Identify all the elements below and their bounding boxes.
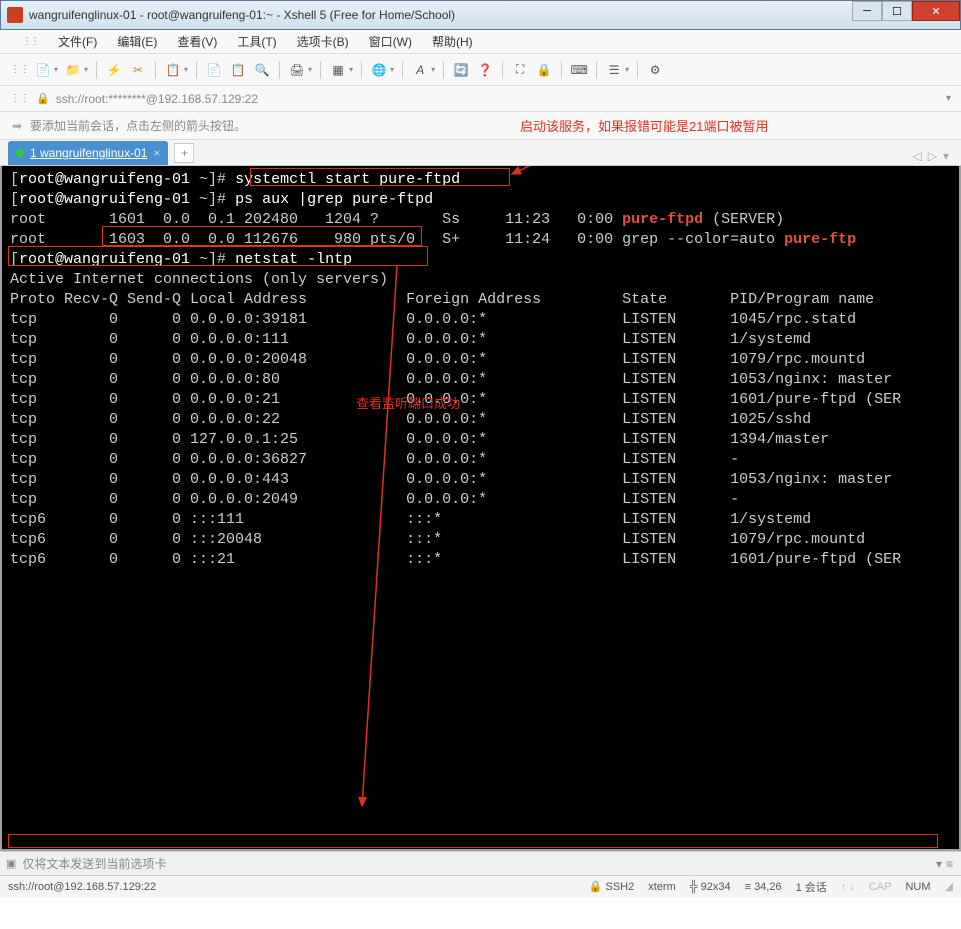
menu-window[interactable]: 窗口(W) xyxy=(361,31,420,52)
terminal-text[interactable]: [root@wangruifeng-01 ~]# systemctl start… xyxy=(10,170,951,570)
tab-status-dot-icon xyxy=(16,149,24,157)
session-tab[interactable]: 1 wangruifenglinux-01 × xyxy=(8,141,168,165)
status-ssh-icon: 🔒 SSH2 xyxy=(589,880,635,893)
menu-help[interactable]: 帮助(H) xyxy=(424,31,481,52)
find-icon[interactable]: 🔍 xyxy=(251,59,273,81)
menubar-grip[interactable]: ⋮⋮ xyxy=(14,34,46,49)
status-sessions: 1 会话 xyxy=(796,879,827,895)
hint-arrow-icon[interactable]: ➡ xyxy=(10,119,24,133)
menu-view[interactable]: 查看(V) xyxy=(169,31,225,52)
window-maximize-button[interactable]: ☐ xyxy=(882,1,912,21)
status-cursor-pos: ≡ 34,26 xyxy=(745,881,782,893)
menu-edit[interactable]: 编辑(E) xyxy=(109,31,165,52)
tab-prev-icon[interactable]: ◁ xyxy=(911,147,924,165)
compose-hint[interactable]: 仅将文本发送到当前选项卡 xyxy=(22,855,166,872)
fullscreen-icon[interactable]: ⛶ xyxy=(509,59,531,81)
annotation-start-service: 启动该服务，如果报错可能是21端口被暂用 xyxy=(520,116,768,135)
list-icon[interactable]: ☰ xyxy=(603,59,625,81)
menu-tabs[interactable]: 选项卡(B) xyxy=(289,31,357,52)
lock-icon[interactable]: 🔒 xyxy=(533,59,555,81)
address-text[interactable]: ssh://root:********@192.168.57.129:22 xyxy=(56,92,258,106)
compose-icon[interactable]: ▣ xyxy=(6,857,16,870)
hint-bar: ➡ 要添加当前会话，点击左侧的箭头按钮。 启动该服务，如果报错可能是21端口被暂… xyxy=(0,112,961,140)
status-cap: CAP xyxy=(869,881,892,893)
properties-icon[interactable]: 📋 xyxy=(162,59,184,81)
reconnect-icon[interactable]: ⚡ xyxy=(103,59,125,81)
status-size: ╬ 92x34 xyxy=(690,881,731,893)
hint-text: 要添加当前会话，点击左侧的箭头按钮。 xyxy=(30,117,246,134)
menu-bar: ⋮⋮ 文件(F) 编辑(E) 查看(V) 工具(T) 选项卡(B) 窗口(W) … xyxy=(0,30,961,54)
tab-label: 1 wangruifenglinux-01 xyxy=(30,146,147,160)
compose-bar: ▣ 仅将文本发送到当前选项卡 ▾ ≡ xyxy=(0,851,961,875)
tab-next-icon[interactable]: ▷ xyxy=(926,147,939,165)
status-arrows: ↑ ↓ xyxy=(841,881,855,893)
window-minimize-button[interactable]: ─ xyxy=(852,1,882,21)
layout-icon[interactable]: ▦ xyxy=(327,59,349,81)
print-icon[interactable]: 🖨 xyxy=(286,59,308,81)
tab-add-button[interactable]: + xyxy=(174,143,194,163)
help-icon[interactable]: ❓ xyxy=(474,59,496,81)
window-title: wangruifenglinux-01 - root@wangruifeng-0… xyxy=(29,8,455,22)
font-icon[interactable]: A xyxy=(409,59,431,81)
new-session-icon[interactable]: 📄 xyxy=(32,59,54,81)
terminal-output[interactable]: [root@wangruifeng-01 ~]# systemctl start… xyxy=(0,166,961,851)
status-connection: ssh://root@192.168.57.129:22 xyxy=(8,881,156,893)
settings-icon[interactable]: ⚙ xyxy=(644,59,666,81)
disconnect-icon[interactable]: ✂ xyxy=(127,59,149,81)
keyboard-icon[interactable]: ⌨ xyxy=(568,59,590,81)
addressbar-grip[interactable]: ⋮⋮ xyxy=(10,93,30,104)
ssl-lock-icon: 🔒 xyxy=(36,92,50,105)
redbox-last-row xyxy=(8,834,938,848)
status-term: xterm xyxy=(648,881,676,893)
tab-bar: 1 wangruifenglinux-01 × + ◁ ▷ ▾ xyxy=(0,140,961,166)
menu-file[interactable]: 文件(F) xyxy=(50,31,105,52)
compose-menu-icon[interactable]: ≡ xyxy=(946,857,953,871)
toolbar-grip[interactable]: ⋮⋮ xyxy=(10,64,30,75)
status-resize-grip-icon[interactable]: ◢ xyxy=(945,880,953,893)
tab-list-icon[interactable]: ▾ xyxy=(941,147,951,165)
menu-tools[interactable]: 工具(T) xyxy=(229,31,284,52)
address-bar: ⋮⋮ 🔒 ssh://root:********@192.168.57.129:… xyxy=(0,86,961,112)
app-icon xyxy=(7,7,23,23)
status-num: NUM xyxy=(905,881,930,893)
annotation-listen-ok: 查看监听端口成功 xyxy=(356,394,460,414)
copy-icon[interactable]: 📄 xyxy=(203,59,225,81)
refresh-icon[interactable]: 🔄 xyxy=(450,59,472,81)
address-dropdown-icon[interactable]: ▾ xyxy=(946,93,951,104)
compose-dropdown-icon[interactable]: ▾ xyxy=(936,857,942,871)
paste-icon[interactable]: 📋 xyxy=(227,59,249,81)
window-titlebar: wangruifenglinux-01 - root@wangruifeng-0… xyxy=(0,0,961,30)
open-folder-icon[interactable]: 📁 xyxy=(62,59,84,81)
toolbar: ⋮⋮ 📄▾ 📁▾ ⚡ ✂ 📋▾ 📄 📋 🔍 🖨▾ ▦▾ 🌐▾ A▾ 🔄 ❓ ⛶ … xyxy=(0,54,961,86)
globe-icon[interactable]: 🌐 xyxy=(368,59,390,81)
tab-close-icon[interactable]: × xyxy=(153,146,160,160)
status-bar: ssh://root@192.168.57.129:22 🔒 SSH2 xter… xyxy=(0,875,961,897)
window-close-button[interactable]: ✕ xyxy=(912,1,960,21)
